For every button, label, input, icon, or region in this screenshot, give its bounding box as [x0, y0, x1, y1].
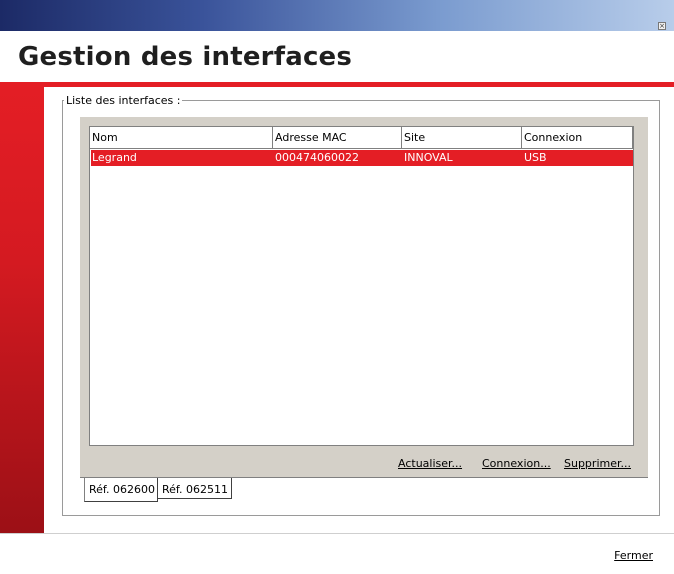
groupbox-label: Liste des interfaces :: [64, 94, 183, 107]
delete-button[interactable]: Supprimer...: [564, 457, 631, 470]
column-header-connexion[interactable]: Connexion: [522, 127, 633, 149]
table-header: Nom Adresse MAC Site Connexion: [90, 127, 633, 149]
tab-ref-062600[interactable]: Réf. 062600: [84, 478, 158, 502]
red-side-bar: [0, 82, 44, 533]
refresh-button[interactable]: Actualiser...: [398, 457, 462, 470]
tab-ref-062511[interactable]: Réf. 062511: [158, 478, 232, 499]
column-header-nom[interactable]: Nom: [90, 127, 273, 149]
window-titlebar: [0, 0, 674, 31]
table-row[interactable]: Legrand 000474060022 INNOVAL USB: [91, 150, 633, 166]
cell-connexion: USB: [524, 151, 547, 164]
column-header-mac[interactable]: Adresse MAC: [273, 127, 402, 149]
cell-mac: 000474060022: [275, 151, 359, 164]
page-title: Gestion des interfaces: [18, 42, 353, 72]
cell-site: INNOVAL: [404, 151, 453, 164]
footer-divider: [0, 533, 674, 534]
connect-button[interactable]: Connexion...: [482, 457, 551, 470]
titlebar-gap: [0, 31, 674, 37]
interfaces-table[interactable]: Nom Adresse MAC Site Connexion Legrand 0…: [89, 126, 634, 446]
column-header-site[interactable]: Site: [402, 127, 522, 149]
cell-nom: Legrand: [92, 151, 137, 164]
close-icon[interactable]: ×: [658, 22, 666, 30]
close-button[interactable]: Fermer: [614, 549, 653, 562]
